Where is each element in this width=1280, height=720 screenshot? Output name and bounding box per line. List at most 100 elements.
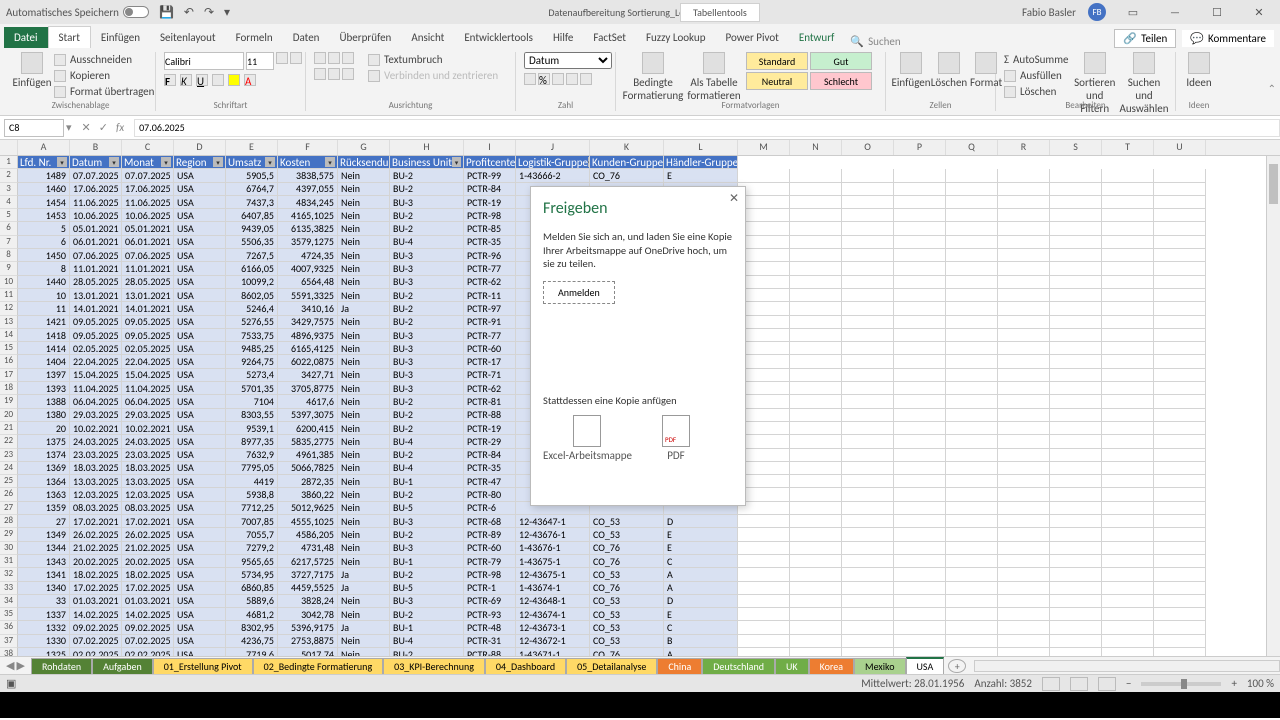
cell[interactable]: C <box>664 555 738 568</box>
cell[interactable] <box>946 196 998 209</box>
cell[interactable] <box>790 236 842 249</box>
cell[interactable] <box>894 462 946 475</box>
cell[interactable]: 24.03.2025 <box>70 435 122 448</box>
tab-help[interactable]: Hilfe <box>543 27 583 48</box>
cell[interactable] <box>842 462 894 475</box>
tab-nav-last-icon[interactable]: ▶ <box>16 659 24 672</box>
cell[interactable]: 3727,7175 <box>278 568 338 581</box>
cell[interactable] <box>1102 449 1154 462</box>
cell[interactable]: BU-3 <box>390 276 464 289</box>
maximize-icon[interactable]: ☐ <box>1202 6 1232 19</box>
cell[interactable] <box>790 582 842 595</box>
col-header[interactable]: J <box>516 140 590 155</box>
cell[interactable]: BU-4 <box>390 435 464 448</box>
format-painter-button[interactable]: Format übertragen <box>54 84 154 99</box>
cell[interactable] <box>842 276 894 289</box>
cell[interactable] <box>738 608 790 621</box>
cell[interactable] <box>946 302 998 315</box>
zoom-in-icon[interactable]: + <box>1231 677 1236 690</box>
font-color-icon[interactable]: A <box>244 74 256 86</box>
cell[interactable] <box>1154 621 1206 634</box>
cell[interactable]: CO_53 <box>590 568 664 581</box>
cell[interactable]: BU-2 <box>390 648 464 656</box>
cell[interactable]: 1489 <box>18 169 70 182</box>
cell[interactable] <box>998 196 1050 209</box>
cell[interactable]: 15.04.2025 <box>122 369 174 382</box>
italic-icon[interactable]: K <box>180 74 192 86</box>
cell[interactable] <box>738 542 790 555</box>
cell[interactable] <box>738 515 790 528</box>
cell[interactable] <box>1154 302 1206 315</box>
cell[interactable]: Nein <box>338 276 390 289</box>
cell[interactable]: BU-2 <box>390 608 464 621</box>
cell[interactable]: 1359 <box>18 502 70 515</box>
cell[interactable]: Nein <box>338 595 390 608</box>
cell[interactable] <box>1154 209 1206 222</box>
cell[interactable]: 8977,35 <box>226 435 278 448</box>
table-header[interactable]: Kunden-Gruppe▾ <box>590 156 664 169</box>
cell[interactable]: PCTR-31 <box>464 635 516 648</box>
cell[interactable] <box>998 555 1050 568</box>
cell[interactable] <box>894 342 946 355</box>
cell[interactable]: 09.05.2025 <box>70 316 122 329</box>
cell[interactable] <box>894 236 946 249</box>
cell[interactable]: PCTR-71 <box>464 369 516 382</box>
cell[interactable] <box>790 369 842 382</box>
cell[interactable] <box>894 648 946 656</box>
cell[interactable]: 6564,48 <box>278 276 338 289</box>
cell[interactable] <box>790 608 842 621</box>
cell[interactable] <box>1154 249 1206 262</box>
cell[interactable] <box>998 355 1050 368</box>
cell[interactable] <box>1050 262 1102 275</box>
cell[interactable]: 14.02.2025 <box>122 608 174 621</box>
cell[interactable]: PCTR-1 <box>464 582 516 595</box>
cell[interactable] <box>1154 528 1206 541</box>
cell[interactable] <box>1154 183 1206 196</box>
cell[interactable] <box>998 369 1050 382</box>
cell[interactable]: 7719,6 <box>226 648 278 656</box>
cell[interactable]: 13.01.2021 <box>70 289 122 302</box>
cell[interactable]: 2872,35 <box>278 475 338 488</box>
cell[interactable]: 08.03.2025 <box>70 502 122 515</box>
cell[interactable]: USA <box>174 555 226 568</box>
cell[interactable] <box>1102 196 1154 209</box>
cell[interactable] <box>842 262 894 275</box>
cell[interactable] <box>946 409 998 422</box>
cell[interactable] <box>998 435 1050 448</box>
cell[interactable] <box>738 528 790 541</box>
cell[interactable] <box>842 568 894 581</box>
cell[interactable]: PCTR-77 <box>464 329 516 342</box>
cell[interactable] <box>946 595 998 608</box>
cell[interactable] <box>894 488 946 501</box>
cell[interactable]: 1-43676-1 <box>516 542 590 555</box>
cell[interactable] <box>842 555 894 568</box>
number-format-select[interactable]: Datum <box>524 52 612 69</box>
cell[interactable]: 7437,3 <box>226 196 278 209</box>
cell[interactable]: 12-43673-1 <box>516 621 590 634</box>
cell[interactable]: 1364 <box>18 475 70 488</box>
cell[interactable] <box>790 196 842 209</box>
cell[interactable]: Nein <box>338 528 390 541</box>
col-header[interactable]: U <box>1154 140 1206 155</box>
cell[interactable]: CO_53 <box>590 595 664 608</box>
comments-button[interactable]: 💬Kommentare <box>1182 30 1274 47</box>
cell[interactable]: Nein <box>338 382 390 395</box>
cell[interactable] <box>790 528 842 541</box>
cell[interactable] <box>1102 475 1154 488</box>
cell[interactable] <box>1102 555 1154 568</box>
cell[interactable]: 17.02.2021 <box>70 515 122 528</box>
cell[interactable]: CO_53 <box>590 515 664 528</box>
cell[interactable]: 1453 <box>18 209 70 222</box>
cell[interactable]: USA <box>174 595 226 608</box>
filter-dropdown-icon[interactable]: ▾ <box>109 157 119 167</box>
cell[interactable]: 11.01.2021 <box>70 262 122 275</box>
cell[interactable] <box>790 342 842 355</box>
cell[interactable] <box>842 329 894 342</box>
share-button[interactable]: 🔗Teilen <box>1114 29 1176 48</box>
search-box[interactable]: 🔍Suchen <box>844 35 920 48</box>
cell[interactable]: 1-43671-1 <box>516 648 590 656</box>
cell[interactable]: BU-3 <box>390 355 464 368</box>
cell[interactable]: PCTR-68 <box>464 515 516 528</box>
cell[interactable]: BU-3 <box>390 329 464 342</box>
cell[interactable]: 6135,3825 <box>278 222 338 235</box>
